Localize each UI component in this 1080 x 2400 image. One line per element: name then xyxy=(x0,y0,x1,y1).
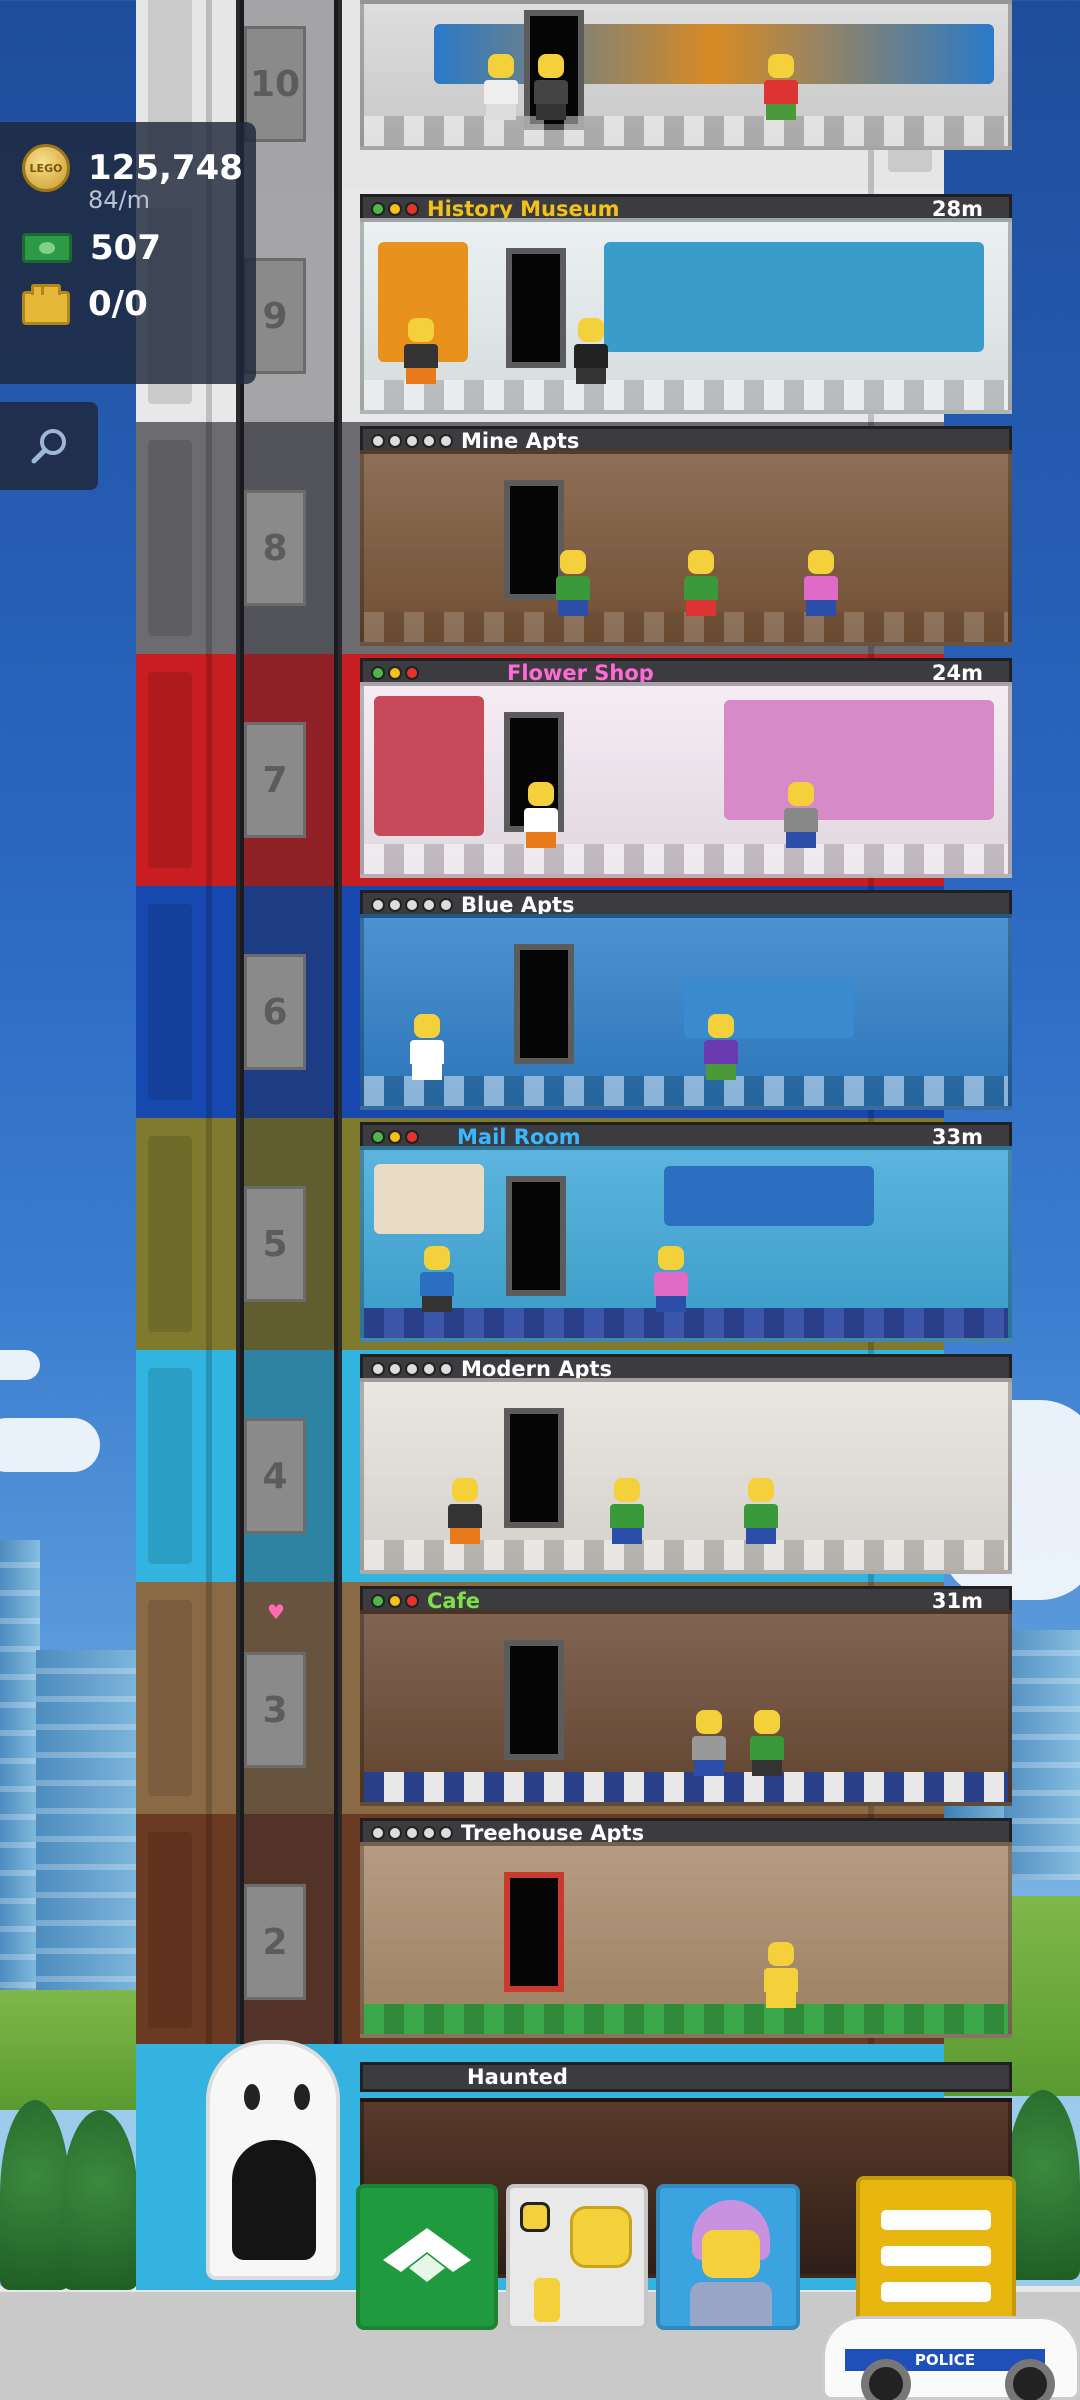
police-car: POLICE xyxy=(822,2316,1080,2400)
grass xyxy=(0,1990,136,2110)
cloud xyxy=(0,1350,40,1380)
menu-button[interactable] xyxy=(856,2176,1016,2336)
lobby-name: Haunted xyxy=(360,2062,1012,2092)
floor-number-4: 4 xyxy=(244,1418,306,1534)
floor-room[interactable] xyxy=(360,914,1012,1110)
vip-bitizen-button[interactable] xyxy=(656,2184,800,2330)
bux-count: 507 xyxy=(90,228,161,268)
bush xyxy=(62,2110,138,2290)
floor-room[interactable] xyxy=(360,682,1012,878)
heart-icon: ♥ xyxy=(267,1600,285,1624)
floor-room[interactable] xyxy=(360,1842,1012,2038)
floor-number-6: 6 xyxy=(244,954,306,1070)
bitizen-head-icon xyxy=(570,2206,632,2268)
floor-room[interactable] xyxy=(360,218,1012,414)
bux-icon xyxy=(22,233,72,263)
floor-room[interactable] xyxy=(360,1146,1012,1342)
floor-number-7: 7 xyxy=(244,722,306,838)
vip-body-icon xyxy=(690,2282,772,2326)
ghost-elevator[interactable] xyxy=(206,2040,340,2280)
floor-room[interactable] xyxy=(360,450,1012,646)
build-plate-icon xyxy=(383,2228,471,2282)
currency-panel: LEGO 125,748 84/m 507 0/0 xyxy=(0,122,256,384)
floor-number-2: 2 xyxy=(244,1884,306,2000)
brick-count: 0/0 xyxy=(88,284,148,324)
coin-count: 125,748 xyxy=(88,148,243,188)
brick-icon xyxy=(22,284,70,325)
cloud xyxy=(0,1418,100,1472)
floor-number-5: 5 xyxy=(244,1186,306,1302)
search-button[interactable] xyxy=(0,402,98,490)
bitizen-figure-icon xyxy=(534,2278,560,2322)
bitizens-button[interactable] xyxy=(506,2184,648,2330)
menu-icon xyxy=(881,2210,991,2230)
bush xyxy=(0,2100,70,2290)
coin-icon: LEGO xyxy=(22,144,70,192)
vip-face-icon xyxy=(702,2230,760,2278)
coin-rate: 84/m xyxy=(88,186,151,214)
build-floor-button[interactable] xyxy=(356,2184,498,2330)
floor-room[interactable] xyxy=(360,1378,1012,1574)
search-icon xyxy=(31,429,66,464)
bush xyxy=(1006,2090,1080,2280)
floor-number-8: 8 xyxy=(244,490,306,606)
bitizen-badge-icon xyxy=(520,2202,550,2232)
floor-room[interactable] xyxy=(360,0,1012,150)
floor-room[interactable] xyxy=(360,1610,1012,1806)
floor-number-3: 3 xyxy=(244,1652,306,1768)
